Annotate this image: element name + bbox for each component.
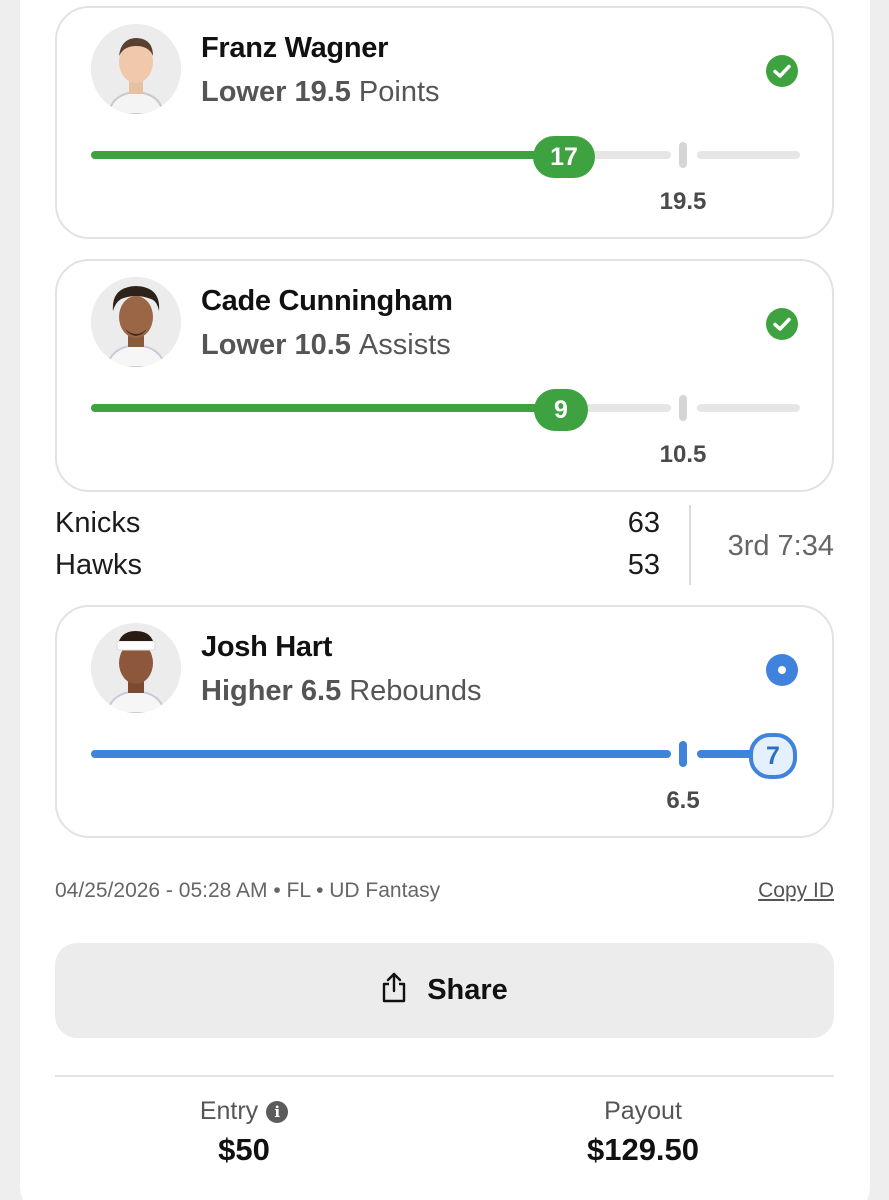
pick-direction: Lower [201, 329, 287, 361]
entry-summary: Entry i $50 [144, 1097, 344, 1168]
progress-fill [91, 404, 541, 412]
home-team-score: 63 [627, 507, 660, 539]
line-marker [679, 395, 687, 421]
pick-line: Higher 6.5 Rebounds [201, 675, 481, 708]
info-icon[interactable]: i [266, 1100, 289, 1123]
pick-direction: Lower [201, 76, 287, 108]
pick-card[interactable]: Cade Cunningham Lower 10.5 Assists 9 10.5 [55, 259, 834, 492]
copy-id-link[interactable]: Copy ID [758, 879, 834, 903]
share-button[interactable]: Share [55, 943, 834, 1038]
pick-stat: Points [358, 76, 440, 108]
line-marker [679, 741, 687, 767]
pick-direction: Higher [201, 675, 293, 707]
share-icon [381, 971, 407, 1011]
scoreboard-divider [689, 505, 691, 585]
game-clock: 3rd 7:34 [727, 530, 834, 562]
line-label: 10.5 [659, 441, 707, 468]
payout-value: $129.50 [586, 1132, 700, 1167]
line-label: 19.5 [659, 188, 707, 215]
payout-label: Payout [604, 1097, 682, 1125]
away-team-name: Hawks [55, 549, 143, 581]
footer-divider [55, 1075, 834, 1077]
share-label: Share [427, 974, 508, 1006]
away-team-score: 53 [627, 549, 660, 581]
current-value-knob: 9 [534, 389, 588, 431]
pick-stat: Assists [358, 329, 451, 361]
player-name: Franz Wagner [201, 32, 389, 64]
entry-meta: 04/25/2026 - 05:28 AM • FL • UD Fantasy [55, 879, 441, 902]
progress-fill-beyond [697, 750, 757, 758]
payout-summary: Payout $129.50 [543, 1097, 743, 1168]
game-scoreboard: Knicks 63 Hawks 53 3rd 7:34 [55, 503, 834, 587]
current-value-knob: 17 [533, 136, 595, 178]
live-status-icon [766, 654, 798, 686]
entry-label: Entry [199, 1097, 259, 1125]
player-avatar [91, 623, 181, 713]
progress-track-beyond [697, 151, 800, 159]
current-value-knob: 7 [749, 733, 797, 779]
entry-value: $50 [218, 1132, 270, 1167]
check-icon [766, 55, 798, 87]
check-icon [766, 308, 798, 340]
progress-track-beyond [697, 404, 800, 412]
pick-line: Lower 10.5 Assists [201, 329, 451, 362]
pick-card[interactable]: Josh Hart Higher 6.5 Rebounds 7 6.5 [55, 605, 834, 838]
pick-line-value: 6.5 [300, 675, 342, 707]
line-marker [679, 142, 687, 168]
player-avatar [91, 277, 181, 367]
progress-fill [91, 750, 671, 758]
home-team-name: Knicks [55, 507, 141, 539]
pick-stat: Rebounds [349, 675, 482, 707]
pick-line: Lower 19.5 Points [201, 76, 440, 109]
player-avatar [91, 24, 181, 114]
pick-line-value: 10.5 [294, 329, 351, 361]
line-label: 6.5 [666, 787, 700, 814]
progress-fill [91, 151, 551, 159]
pick-line-value: 19.5 [294, 76, 351, 108]
player-name: Josh Hart [201, 631, 333, 663]
pick-card[interactable]: Franz Wagner Lower 19.5 Points 17 19.5 [55, 6, 834, 239]
player-name: Cade Cunningham [201, 285, 453, 317]
